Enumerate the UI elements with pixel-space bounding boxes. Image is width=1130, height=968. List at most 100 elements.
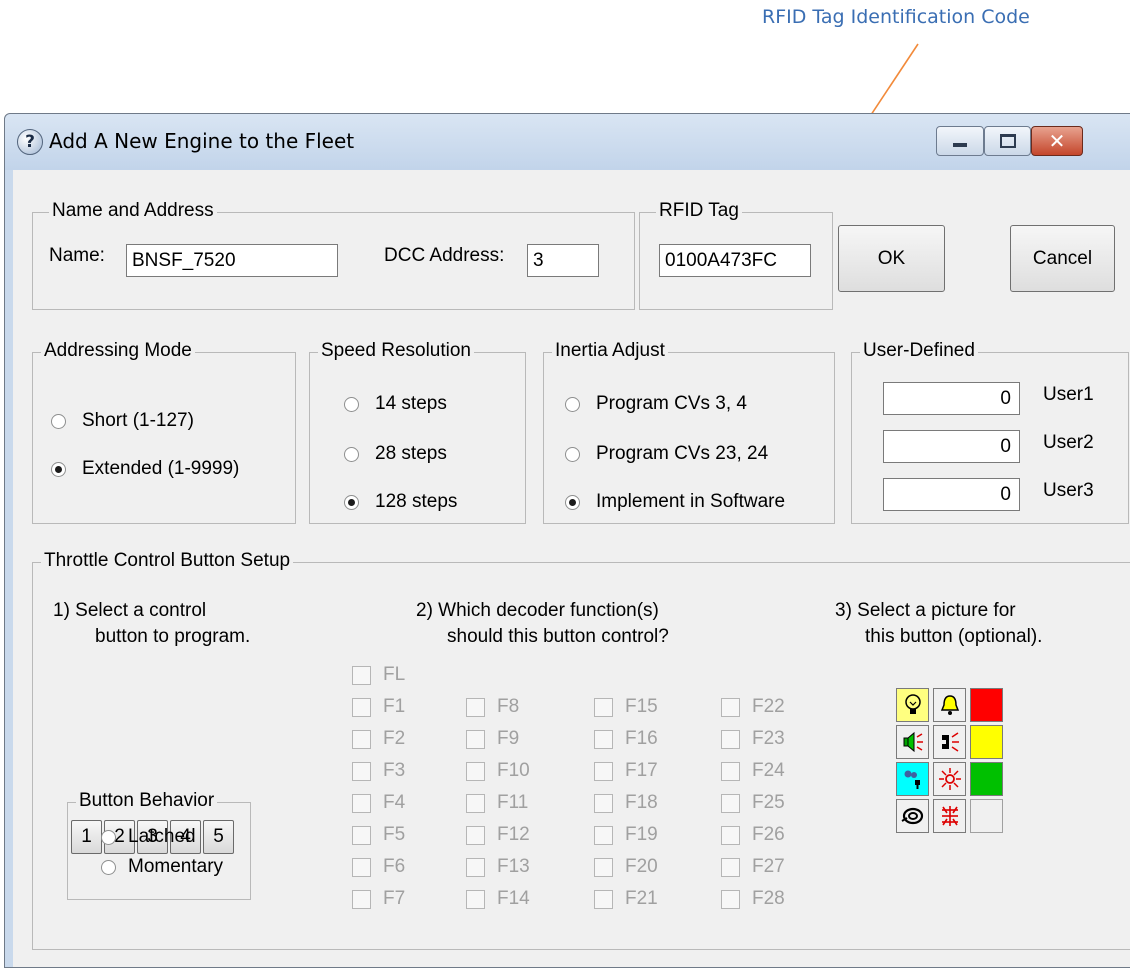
name-address-group-title: Name and Address (49, 200, 217, 222)
function-checkbox[interactable]: F22 (721, 696, 785, 718)
behavior-latched-radio[interactable]: Latched (101, 826, 196, 848)
picture-red-color[interactable] (970, 688, 1003, 722)
function-label: F23 (752, 728, 785, 749)
function-checkbox[interactable]: F15 (594, 696, 658, 718)
user2-field[interactable]: 0 (883, 430, 1020, 463)
picture-smoke[interactable] (896, 762, 929, 796)
function-checkbox[interactable]: F2 (352, 728, 405, 750)
picture-ditch[interactable] (933, 799, 966, 833)
step2-line2: should this button control? (447, 626, 669, 647)
function-checkbox[interactable]: F5 (352, 824, 405, 846)
function-checkbox[interactable]: F23 (721, 728, 785, 750)
function-label: F19 (625, 824, 658, 845)
function-checkbox[interactable]: F28 (721, 888, 785, 910)
function-checkbox-fl[interactable]: FL (352, 664, 405, 686)
inertia-software-radio[interactable]: Implement in Software (565, 491, 785, 513)
function-checkbox[interactable]: F1 (352, 696, 405, 718)
speed-128-radio[interactable]: 128 steps (344, 491, 457, 513)
speed-28-radio[interactable]: 28 steps (344, 443, 447, 465)
picture-blank[interactable] (970, 799, 1003, 833)
checkbox-box (721, 825, 740, 845)
picture-flash[interactable] (933, 762, 966, 796)
checkbox-box (594, 825, 613, 845)
function-checkbox[interactable]: F18 (594, 792, 658, 814)
picture-coupler[interactable] (933, 725, 966, 759)
function-checkbox[interactable]: F9 (466, 728, 519, 750)
function-checkbox[interactable]: F19 (594, 824, 658, 846)
checkbox-box (352, 889, 371, 909)
dcc-address-field[interactable]: 3 (527, 244, 599, 277)
function-checkbox[interactable]: F13 (466, 856, 530, 878)
behavior-momentary-label: Momentary (128, 856, 224, 877)
user3-field[interactable]: 0 (883, 478, 1020, 511)
checkbox-box (352, 761, 371, 781)
step2-line1: 2) Which decoder function(s) (416, 600, 659, 621)
function-checkbox[interactable]: F14 (466, 888, 530, 910)
function-checkbox[interactable]: F4 (352, 792, 405, 814)
ditch-light-icon (941, 806, 958, 826)
function-checkbox[interactable]: F16 (594, 728, 658, 750)
function-checkbox[interactable]: F24 (721, 760, 785, 782)
checkbox-box (466, 729, 485, 749)
throttle-setup-group-title: Throttle Control Button Setup (41, 550, 294, 572)
radio-circle (565, 396, 580, 412)
function-checkbox[interactable]: F10 (466, 760, 530, 782)
rfid-tag-field[interactable]: 0100A473FC (659, 244, 811, 277)
step3-line1: 3) Select a picture for (835, 600, 1016, 621)
user-defined-group-title: User-Defined (860, 340, 978, 362)
function-checkbox[interactable]: F17 (594, 760, 658, 782)
inertia-cv34-radio[interactable]: Program CVs 3, 4 (565, 393, 747, 415)
ok-button[interactable]: OK (838, 225, 945, 292)
function-checkbox[interactable]: F20 (594, 856, 658, 878)
maximize-button[interactable] (984, 126, 1031, 156)
window-title: Add A New Engine to the Fleet (49, 129, 355, 153)
picture-yellow-color[interactable] (970, 725, 1003, 759)
checkbox-box (352, 857, 371, 877)
close-icon: ✕ (1048, 129, 1066, 153)
function-checkbox[interactable]: F11 (466, 792, 528, 814)
close-button[interactable]: ✕ (1031, 126, 1083, 156)
speed-14-radio[interactable]: 14 steps (344, 393, 447, 415)
name-field[interactable]: BNSF_7520 (126, 244, 338, 277)
function-label: F26 (752, 824, 785, 845)
function-checkbox[interactable]: F3 (352, 760, 405, 782)
cancel-button[interactable]: Cancel (1010, 225, 1115, 292)
checkbox-box (466, 889, 485, 909)
radio-circle (344, 446, 359, 462)
checkbox-box (721, 697, 740, 717)
function-checkbox[interactable]: F25 (721, 792, 785, 814)
addressing-extended-radio[interactable]: Extended (1-9999) (51, 458, 239, 480)
function-label: F6 (383, 856, 406, 877)
user1-field[interactable]: 0 (883, 382, 1020, 415)
picture-bell[interactable] (933, 688, 966, 722)
picture-swirl[interactable] (896, 799, 929, 833)
checkbox-box (352, 729, 371, 749)
inertia-cv2324-radio[interactable]: Program CVs 23, 24 (565, 443, 768, 465)
picture-horn[interactable] (896, 725, 929, 759)
behavior-momentary-radio[interactable]: Momentary (101, 856, 223, 878)
checkbox-box (352, 793, 371, 813)
radio-circle-selected (565, 494, 580, 510)
function-checkbox[interactable]: F7 (352, 888, 405, 910)
flash-light-icon (938, 768, 961, 790)
inertia-cv2324-label: Program CVs 23, 24 (596, 443, 769, 464)
radio-circle-selected (51, 461, 66, 477)
button-behavior-group-title: Button Behavior (76, 790, 218, 812)
function-checkbox[interactable]: F12 (466, 824, 530, 846)
picture-light-bulb[interactable] (896, 688, 929, 722)
checkbox-box (466, 793, 485, 813)
checkbox-box (466, 697, 485, 717)
rfid-tag-group-title: RFID Tag (656, 200, 742, 222)
function-checkbox[interactable]: F8 (466, 696, 519, 718)
function-checkbox[interactable]: F21 (594, 888, 658, 910)
picture-green-color[interactable] (970, 762, 1003, 796)
checkbox-box (721, 857, 740, 877)
minimize-button[interactable] (936, 126, 984, 156)
user3-label: User3 (1043, 480, 1094, 501)
function-checkbox[interactable]: F6 (352, 856, 405, 878)
function-checkbox[interactable]: F26 (721, 824, 785, 846)
addressing-short-radio[interactable]: Short (1-127) (51, 410, 194, 432)
function-label: F14 (497, 888, 530, 909)
function-checkbox[interactable]: F27 (721, 856, 785, 878)
speed-28-label: 28 steps (375, 443, 447, 464)
